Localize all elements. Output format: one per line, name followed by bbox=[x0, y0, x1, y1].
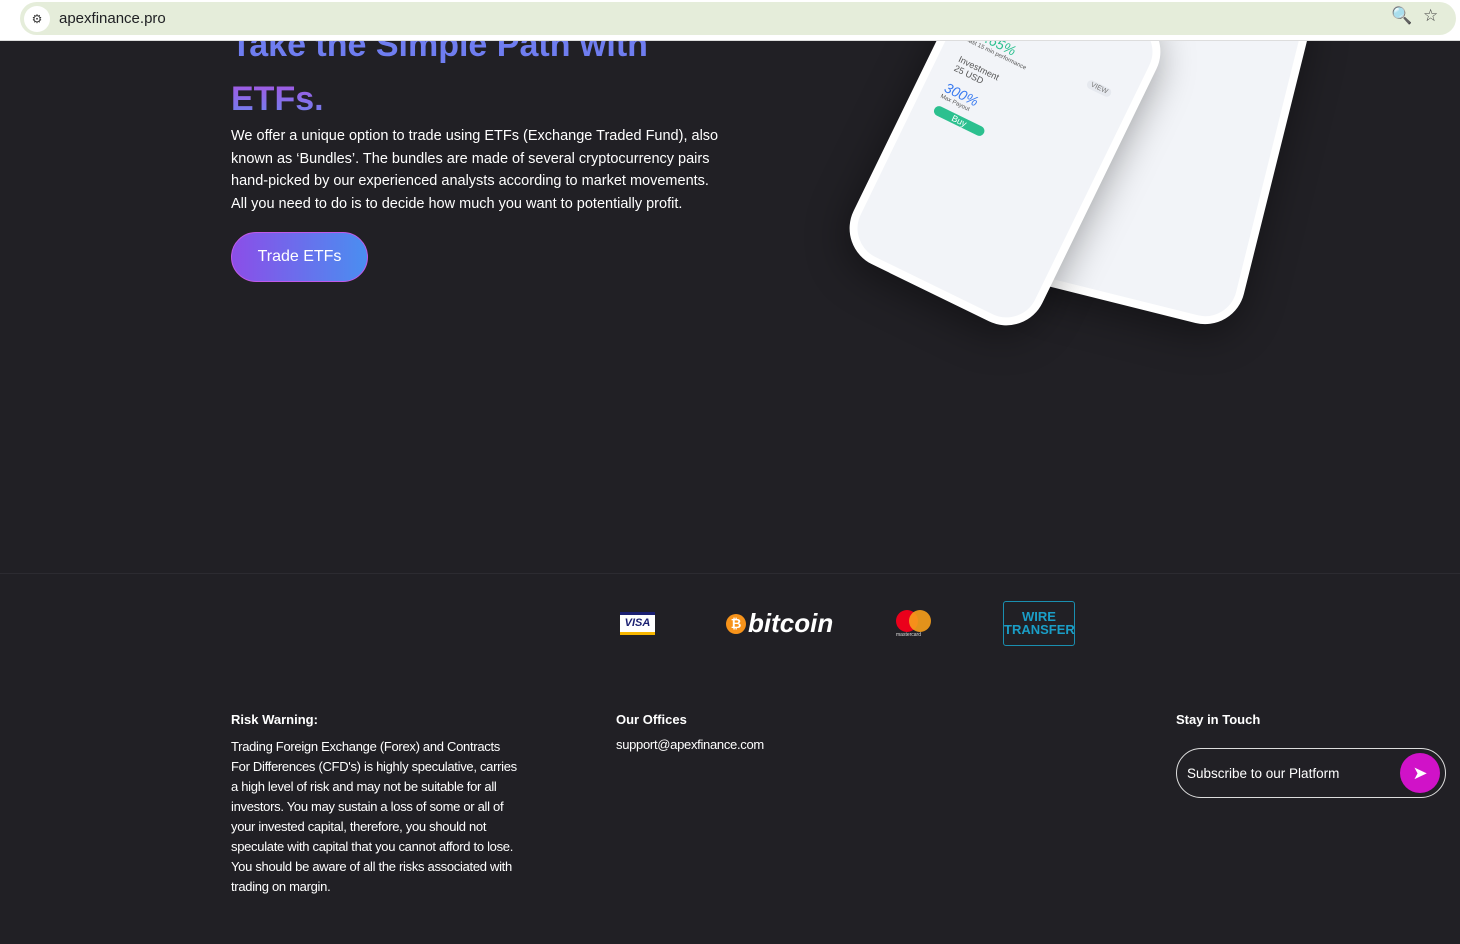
support-email-link[interactable]: support@apexfinance.com bbox=[616, 737, 764, 752]
subscribe-form: ➤ bbox=[1176, 748, 1446, 798]
risk-warning-title: Risk Warning: bbox=[231, 712, 318, 727]
bitcoin-logo: ₿ bitcoin bbox=[726, 608, 833, 639]
mastercard-logo: mastercard bbox=[895, 610, 935, 640]
url-text[interactable]: apexfinance.pro bbox=[59, 10, 166, 27]
section-divider bbox=[0, 573, 1460, 574]
stay-in-touch-title: Stay in Touch bbox=[1176, 712, 1261, 727]
wire-transfer-logo: WIRE TRANSFER bbox=[1003, 601, 1075, 646]
subscribe-input[interactable] bbox=[1187, 765, 1397, 781]
trade-etfs-button[interactable]: Trade ETFs bbox=[231, 232, 368, 282]
address-bar[interactable]: ⚙ apexfinance.pro bbox=[20, 2, 1456, 35]
transfer-text: TRANSFER bbox=[1004, 622, 1075, 637]
send-button[interactable]: ➤ bbox=[1400, 753, 1440, 793]
browser-toolbar: ⚙ apexfinance.pro 🔍 ☆ bbox=[0, 0, 1460, 41]
offices-title: Our Offices bbox=[616, 712, 687, 727]
send-arrow-icon: ➤ bbox=[1412, 762, 1428, 783]
zoom-icon[interactable]: 🔍 bbox=[1391, 6, 1412, 26]
title-line2: ETFs. bbox=[231, 72, 648, 126]
bitcoin-icon: ₿ bbox=[726, 613, 746, 634]
risk-warning-text: Trading Foreign Exchange (Forex) and Con… bbox=[231, 739, 517, 894]
site-settings-icon[interactable]: ⚙ bbox=[24, 5, 50, 32]
bitcoin-text: bitcoin bbox=[748, 608, 834, 638]
hero-description: We offer a unique option to trade using … bbox=[231, 128, 719, 212]
bookmark-star-icon[interactable]: ☆ bbox=[1423, 6, 1438, 26]
mastercard-text: mastercard bbox=[896, 632, 922, 638]
visa-logo: VISA bbox=[620, 612, 655, 635]
